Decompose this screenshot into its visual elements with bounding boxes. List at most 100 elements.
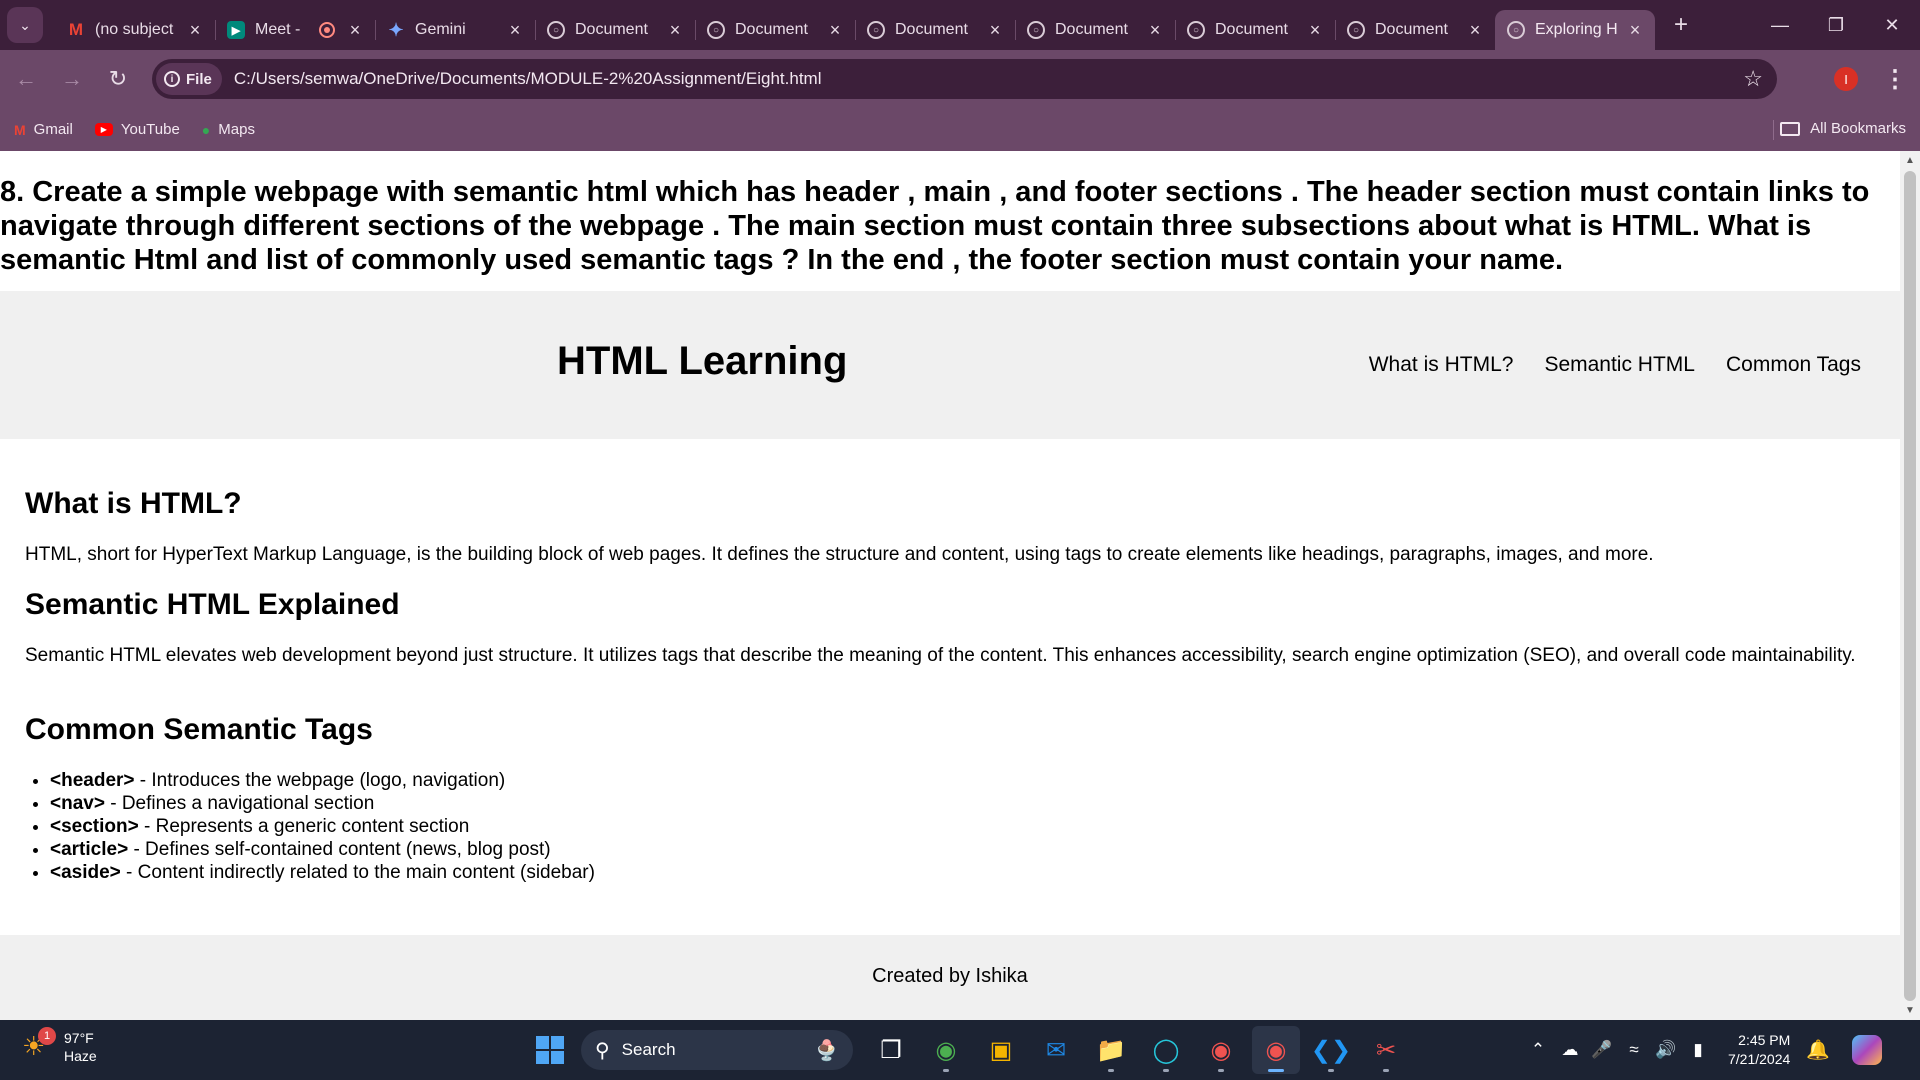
notification-bell-icon[interactable]: 🔔: [1806, 1038, 1830, 1062]
search-icon: ⚲: [595, 1039, 610, 1062]
tab-gemini[interactable]: ✦ Gemini ×: [375, 10, 535, 50]
globe-icon: ○: [1027, 21, 1045, 39]
vscode-icon[interactable]: ❮❯: [1307, 1026, 1355, 1074]
taskbar-search[interactable]: ⚲ Search 🍨: [581, 1030, 853, 1070]
restore-icon[interactable]: ❐: [1808, 0, 1864, 50]
tab-document[interactable]: ○ Document ×: [1015, 10, 1175, 50]
tab-document[interactable]: ○ Document ×: [1335, 10, 1495, 50]
tab-document[interactable]: ○ Document ×: [1175, 10, 1335, 50]
tab-meet[interactable]: ▶ Meet - ×: [215, 10, 375, 50]
close-icon[interactable]: ×: [825, 20, 845, 41]
windows-taskbar: ☀ 1 97°F Haze ⚲ Search 🍨 ❐ ◉ ▣ ✉ 📁 ◯ ◉ ◉…: [0, 1020, 1920, 1080]
nav-link-what-is-html[interactable]: What is HTML?: [1369, 353, 1514, 377]
site-chip-label: File: [186, 70, 212, 88]
search-label: Search: [621, 1040, 676, 1059]
tab-title: Exploring H: [1535, 21, 1618, 38]
close-icon[interactable]: ×: [345, 20, 365, 41]
close-icon[interactable]: ×: [1625, 20, 1645, 41]
minimize-icon[interactable]: —: [1752, 0, 1808, 50]
scroll-thumb[interactable]: [1904, 171, 1916, 1001]
close-icon[interactable]: ×: [1465, 20, 1485, 41]
task-view-icon[interactable]: ❐: [867, 1026, 915, 1074]
reload-icon[interactable]: ↻: [98, 59, 138, 99]
back-arrow-icon[interactable]: ←: [6, 59, 46, 99]
start-button[interactable]: [526, 1026, 574, 1074]
battery-icon[interactable]: ▮: [1682, 1040, 1714, 1060]
site-info-chip[interactable]: i File: [156, 63, 222, 95]
section-what-is-html: What is HTML? HTML, short for HyperText …: [25, 487, 1654, 590]
web-page: 8. Create a simple webpage with semantic…: [0, 151, 1900, 1020]
bookmark-youtube[interactable]: ▶ YouTube: [94, 121, 180, 138]
volume-icon[interactable]: 🔊: [1650, 1040, 1682, 1060]
bookmark-maps[interactable]: ● Maps: [202, 121, 255, 138]
bookmark-label: Maps: [218, 121, 255, 138]
chrome-active-icon[interactable]: ◉: [1252, 1026, 1300, 1074]
clock-date: 7/21/2024: [1728, 1051, 1791, 1067]
edge-icon[interactable]: ◯: [1142, 1026, 1190, 1074]
list-item: <article> - Defines self-contained conte…: [50, 838, 595, 861]
clock[interactable]: 2:45 PM 7/21/2024: [1728, 1031, 1790, 1069]
close-icon[interactable]: ×: [665, 20, 685, 41]
scroll-down-icon[interactable]: ▼: [1905, 1005, 1915, 1016]
tab-title: Meet -: [255, 21, 301, 38]
close-icon[interactable]: ×: [985, 20, 1005, 41]
section-heading: What is HTML?: [25, 487, 242, 520]
tab-document[interactable]: ○ Document ×: [855, 10, 1015, 50]
bookmarks-divider: [1773, 120, 1774, 140]
tag-name: <article>: [50, 839, 129, 860]
url-text[interactable]: C:/Users/semwa/OneDrive/Documents/MODULE…: [234, 69, 822, 89]
tab-exploring-html[interactable]: ○ Exploring H ×: [1495, 10, 1655, 50]
snipping-tool-icon[interactable]: ✂: [1362, 1026, 1410, 1074]
forward-arrow-icon[interactable]: →: [52, 59, 92, 99]
wifi-icon[interactable]: ≈: [1618, 1040, 1650, 1060]
weather-widget[interactable]: ☀ 1 97°F Haze: [22, 1027, 97, 1065]
section-semantic-html: Semantic HTML Explained Semantic HTML el…: [25, 588, 1856, 691]
maps-icon: ●: [201, 121, 211, 138]
tag-name: <aside>: [50, 862, 121, 883]
browser-toolbar: ← → ↻ i File C:/Users/semwa/OneDrive/Doc…: [0, 50, 1920, 108]
tab-title: Document: [735, 21, 808, 38]
store-icon[interactable]: ▣: [977, 1026, 1025, 1074]
microphone-icon[interactable]: 🎤: [1586, 1040, 1618, 1060]
list-item: <aside> - Content indirectly related to …: [50, 861, 595, 884]
weather-text: 97°F Haze: [64, 1029, 97, 1065]
task-heading: 8. Create a simple webpage with semantic…: [0, 176, 1870, 276]
address-bar[interactable]: i File C:/Users/semwa/OneDrive/Documents…: [152, 59, 1777, 99]
file-explorer-icon[interactable]: 📁: [1087, 1026, 1135, 1074]
site-title: HTML Learning: [557, 339, 848, 383]
clock-time: 2:45 PM: [1738, 1032, 1791, 1048]
all-bookmarks-label: All Bookmarks: [1810, 120, 1906, 137]
chrome-profile-icon[interactable]: ◉: [1197, 1026, 1245, 1074]
list-item: <header> - Introduces the webpage (logo,…: [50, 769, 595, 792]
close-icon[interactable]: ×: [1305, 20, 1325, 41]
kebab-menu-icon[interactable]: ⋮: [1880, 62, 1910, 96]
page-scrollbar[interactable]: ▲ ▼: [1900, 151, 1920, 1020]
all-bookmarks-button[interactable]: All Bookmarks: [1780, 120, 1906, 137]
tab-gmail[interactable]: M (no subject ×: [55, 10, 215, 50]
new-tab-button[interactable]: +: [1663, 7, 1699, 43]
outlook-icon[interactable]: ✉: [1032, 1026, 1080, 1074]
section-text: Semantic HTML elevates web development b…: [25, 645, 1856, 666]
tab-search-button[interactable]: ⌄: [7, 7, 43, 43]
tab-document[interactable]: ○ Document ×: [695, 10, 855, 50]
copilot-icon[interactable]: [1851, 1035, 1882, 1065]
close-icon[interactable]: ×: [1145, 20, 1165, 41]
globe-icon: ○: [1507, 21, 1525, 39]
onedrive-icon[interactable]: ☁: [1554, 1040, 1586, 1060]
star-icon[interactable]: ☆: [1743, 66, 1763, 92]
close-icon[interactable]: ×: [505, 20, 525, 41]
profile-avatar[interactable]: I: [1834, 67, 1858, 91]
tab-title: Gemini: [415, 21, 466, 38]
tab-title: Document: [1055, 21, 1128, 38]
chrome-icon[interactable]: ◉: [922, 1026, 970, 1074]
chevron-up-icon[interactable]: ⌃: [1522, 1040, 1554, 1060]
close-icon[interactable]: ×: [185, 20, 205, 41]
scroll-up-icon[interactable]: ▲: [1905, 155, 1915, 166]
nav-link-common-tags[interactable]: Common Tags: [1726, 353, 1861, 377]
nav-link-semantic-html[interactable]: Semantic HTML: [1544, 353, 1695, 377]
section-heading: Common Semantic Tags: [25, 713, 373, 746]
tag-description: - Defines a navigational section: [104, 793, 375, 814]
window-close-icon[interactable]: ✕: [1864, 0, 1920, 50]
tab-document[interactable]: ○ Document ×: [535, 10, 695, 50]
bookmark-gmail[interactable]: M Gmail: [14, 121, 73, 138]
